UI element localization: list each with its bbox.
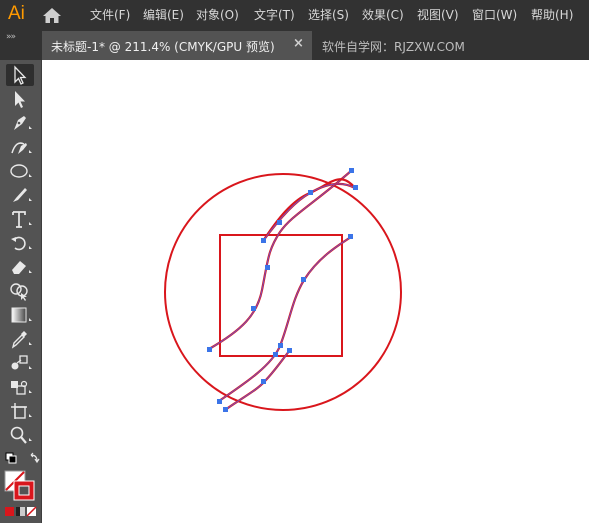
- anchor-points[interactable]: [207, 168, 358, 412]
- menu-file[interactable]: 文件(F): [90, 6, 130, 23]
- s-curve-1[interactable]: [208, 170, 352, 350]
- curvature-tool-icon[interactable]: [6, 136, 34, 158]
- menu-select[interactable]: 选择(S): [308, 6, 349, 23]
- s-curve-3[interactable]: [218, 236, 352, 402]
- collapse-panel-icon[interactable]: »»: [6, 32, 16, 42]
- artwork: [164, 168, 402, 412]
- ellipse-tool-icon[interactable]: [6, 160, 34, 182]
- eyedropper-tool-icon[interactable]: [6, 328, 34, 350]
- eraser-tool-icon[interactable]: [6, 256, 34, 278]
- fill-stroke-swatches[interactable]: [4, 470, 38, 502]
- app-logo: Ai: [8, 3, 25, 24]
- home-icon[interactable]: [42, 7, 62, 24]
- red-square[interactable]: [219, 234, 343, 357]
- red-circle[interactable]: [164, 173, 402, 411]
- pen-tool-icon[interactable]: [6, 112, 34, 134]
- selection-tool-icon[interactable]: [6, 64, 34, 86]
- menu-bar: Ai 文件(F) 编辑(E) 对象(O) 文字(T) 选择(S) 效果(C) 视…: [0, 0, 589, 30]
- artboard-tool-icon[interactable]: [6, 400, 34, 422]
- menu-type[interactable]: 文字(T): [254, 6, 295, 23]
- gradient-tool-icon[interactable]: [6, 304, 34, 326]
- zoom-tool-icon[interactable]: [6, 424, 34, 446]
- menu-effect[interactable]: 效果(C): [362, 6, 404, 23]
- rotate-tool-icon[interactable]: [6, 232, 34, 254]
- color-mode-buttons[interactable]: [4, 506, 38, 518]
- paintbrush-tool-icon[interactable]: [6, 184, 34, 206]
- menu-view[interactable]: 视图(V): [417, 6, 459, 23]
- menu-window[interactable]: 窗口(W): [472, 6, 517, 23]
- document-tab-bar: »» 未标题-1* @ 211.4% (CMYK/GPU 预览) × 软件自学网…: [0, 30, 589, 60]
- menu-help[interactable]: 帮助(H): [531, 6, 573, 23]
- menu-edit[interactable]: 编辑(E): [143, 6, 184, 23]
- shape-builder-tool-icon[interactable]: [6, 280, 34, 302]
- tab-document-inactive[interactable]: 软件自学网：RJZXW.COM: [312, 31, 589, 60]
- live-paint-tool-icon[interactable]: [6, 376, 34, 398]
- menu-object[interactable]: 对象(O): [196, 6, 239, 23]
- blend-tool-icon[interactable]: [6, 352, 34, 374]
- tab-document-label: 未标题-1* @ 211.4% (CMYK/GPU 预览): [51, 40, 275, 54]
- direct-selection-tool-icon[interactable]: [6, 88, 34, 110]
- tab-inactive-label: 软件自学网：RJZXW.COM: [322, 40, 465, 54]
- artboard-canvas[interactable]: [42, 60, 589, 523]
- s-curve-4[interactable]: [224, 349, 291, 411]
- tab-document-active[interactable]: 未标题-1* @ 211.4% (CMYK/GPU 预览) ×: [42, 31, 312, 60]
- close-tab-icon[interactable]: ×: [293, 36, 304, 51]
- tools-panel: [0, 60, 42, 523]
- default-fill-stroke-icon[interactable]: [4, 452, 40, 468]
- type-tool-icon[interactable]: [6, 208, 34, 230]
